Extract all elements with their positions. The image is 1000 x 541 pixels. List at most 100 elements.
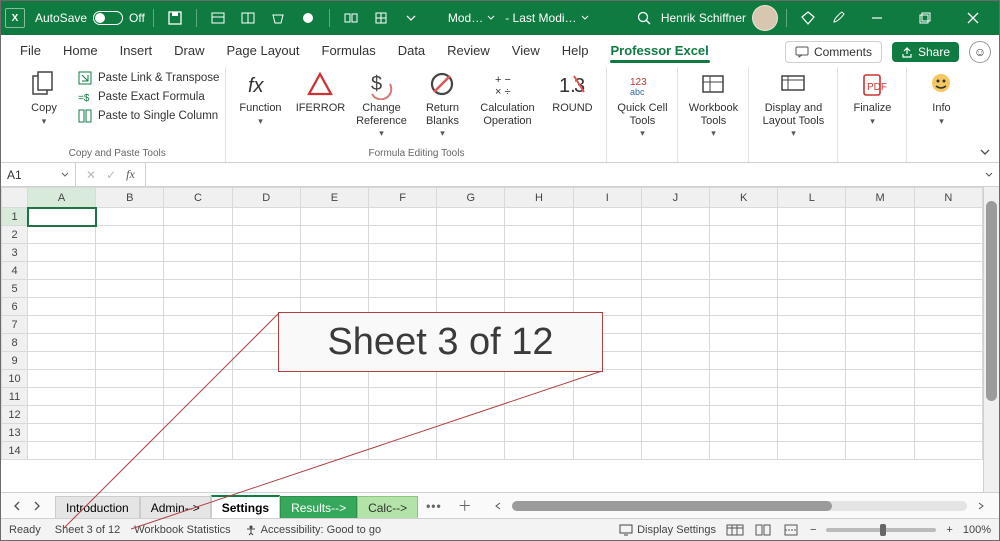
cell-C4[interactable] — [164, 262, 232, 280]
cell-B14[interactable] — [96, 442, 164, 460]
cell-L11[interactable] — [778, 388, 846, 406]
cell-D10[interactable] — [232, 370, 300, 388]
cell-L2[interactable] — [778, 226, 846, 244]
window-minimize[interactable] — [855, 2, 899, 34]
scrollbar-thumb[interactable] — [512, 501, 832, 511]
col-header-H[interactable]: H — [505, 188, 573, 208]
col-header-E[interactable]: E — [300, 188, 368, 208]
cell-N11[interactable] — [914, 388, 982, 406]
row-header-13[interactable]: 13 — [2, 424, 28, 442]
window-close[interactable] — [951, 2, 995, 34]
tab-file[interactable]: File — [9, 38, 52, 63]
window-restore[interactable] — [903, 2, 947, 34]
formula-bar-expand-icon[interactable] — [979, 163, 999, 186]
finalize-button[interactable]: PDF Finalize▾ — [844, 67, 900, 126]
info-button[interactable]: Info▾ — [913, 67, 969, 126]
cell-N6[interactable] — [914, 298, 982, 316]
cell-C11[interactable] — [164, 388, 232, 406]
cell-I2[interactable] — [573, 226, 641, 244]
cell-H5[interactable] — [505, 280, 573, 298]
cell-C1[interactable] — [164, 208, 232, 226]
qat-icon-6[interactable] — [368, 5, 394, 31]
col-header-A[interactable]: A — [28, 188, 96, 208]
cell-I5[interactable] — [573, 280, 641, 298]
cell-A9[interactable] — [28, 352, 96, 370]
cell-D4[interactable] — [232, 262, 300, 280]
cell-D1[interactable] — [232, 208, 300, 226]
cell-L4[interactable] — [778, 262, 846, 280]
row-header-14[interactable]: 14 — [2, 442, 28, 460]
cell-E10[interactable] — [300, 370, 368, 388]
col-header-G[interactable]: G — [437, 188, 505, 208]
cell-B5[interactable] — [96, 280, 164, 298]
sheet-tab-introduction[interactable]: Introduction — [55, 496, 140, 519]
cell-M11[interactable] — [846, 388, 914, 406]
tab-draw[interactable]: Draw — [163, 38, 215, 63]
cell-N2[interactable] — [914, 226, 982, 244]
cell-E14[interactable] — [300, 442, 368, 460]
cell-A2[interactable] — [28, 226, 96, 244]
row-header-8[interactable]: 8 — [2, 334, 28, 352]
feedback-smiley-icon[interactable]: ☺ — [969, 41, 991, 63]
cell-F2[interactable] — [369, 226, 437, 244]
cell-B11[interactable] — [96, 388, 164, 406]
cell-I3[interactable] — [573, 244, 641, 262]
cell-K3[interactable] — [710, 244, 778, 262]
cell-K6[interactable] — [710, 298, 778, 316]
ribbon-collapse-icon[interactable] — [979, 146, 991, 158]
cell-B12[interactable] — [96, 406, 164, 424]
cell-C9[interactable] — [164, 352, 232, 370]
qat-icon-4[interactable] — [295, 5, 321, 31]
cell-N9[interactable] — [914, 352, 982, 370]
cell-A7[interactable] — [28, 316, 96, 334]
status-accessibility[interactable]: Accessibility: Good to go — [245, 524, 381, 536]
cell-K5[interactable] — [710, 280, 778, 298]
tab-home[interactable]: Home — [52, 38, 109, 63]
cell-M5[interactable] — [846, 280, 914, 298]
cell-F10[interactable] — [369, 370, 437, 388]
cell-J13[interactable] — [641, 424, 709, 442]
comments-button[interactable]: Comments — [785, 41, 882, 63]
display-layout-tools-button[interactable]: Display and Layout Tools▾ — [755, 67, 831, 139]
zoom-out-icon[interactable]: − — [810, 524, 816, 536]
sheet-tabs-more[interactable]: ••• — [418, 499, 450, 513]
cell-E3[interactable] — [300, 244, 368, 262]
sheet-tab-calc[interactable]: Calc--> — [357, 496, 418, 519]
cell-B6[interactable] — [96, 298, 164, 316]
row-header-1[interactable]: 1 — [2, 208, 28, 226]
cell-D5[interactable] — [232, 280, 300, 298]
cell-N10[interactable] — [914, 370, 982, 388]
vertical-scrollbar[interactable] — [983, 187, 999, 492]
view-page-break-icon[interactable] — [782, 524, 800, 536]
row-header-4[interactable]: 4 — [2, 262, 28, 280]
row-header-6[interactable]: 6 — [2, 298, 28, 316]
cell-B9[interactable] — [96, 352, 164, 370]
cell-N7[interactable] — [914, 316, 982, 334]
cell-J8[interactable] — [641, 334, 709, 352]
cell-M4[interactable] — [846, 262, 914, 280]
cell-K8[interactable] — [710, 334, 778, 352]
cell-G11[interactable] — [437, 388, 505, 406]
copy-button[interactable]: Copy ▾ — [15, 67, 73, 126]
cell-L3[interactable] — [778, 244, 846, 262]
cell-A14[interactable] — [28, 442, 96, 460]
row-header-10[interactable]: 10 — [2, 370, 28, 388]
cell-H1[interactable] — [505, 208, 573, 226]
tab-view[interactable]: View — [501, 38, 551, 63]
cell-C2[interactable] — [164, 226, 232, 244]
cell-G4[interactable] — [437, 262, 505, 280]
cell-C14[interactable] — [164, 442, 232, 460]
horizontal-scrollbar[interactable] — [512, 501, 967, 511]
tab-data[interactable]: Data — [387, 38, 436, 63]
paste-single-column-button[interactable]: Paste to Single Column — [77, 108, 219, 124]
cell-B10[interactable] — [96, 370, 164, 388]
cell-A5[interactable] — [28, 280, 96, 298]
cell-H11[interactable] — [505, 388, 573, 406]
cell-H2[interactable] — [505, 226, 573, 244]
search-icon[interactable] — [631, 5, 657, 31]
cell-B2[interactable] — [96, 226, 164, 244]
cell-J3[interactable] — [641, 244, 709, 262]
cell-N8[interactable] — [914, 334, 982, 352]
sheet-nav-next[interactable] — [27, 496, 47, 516]
cell-C7[interactable] — [164, 316, 232, 334]
